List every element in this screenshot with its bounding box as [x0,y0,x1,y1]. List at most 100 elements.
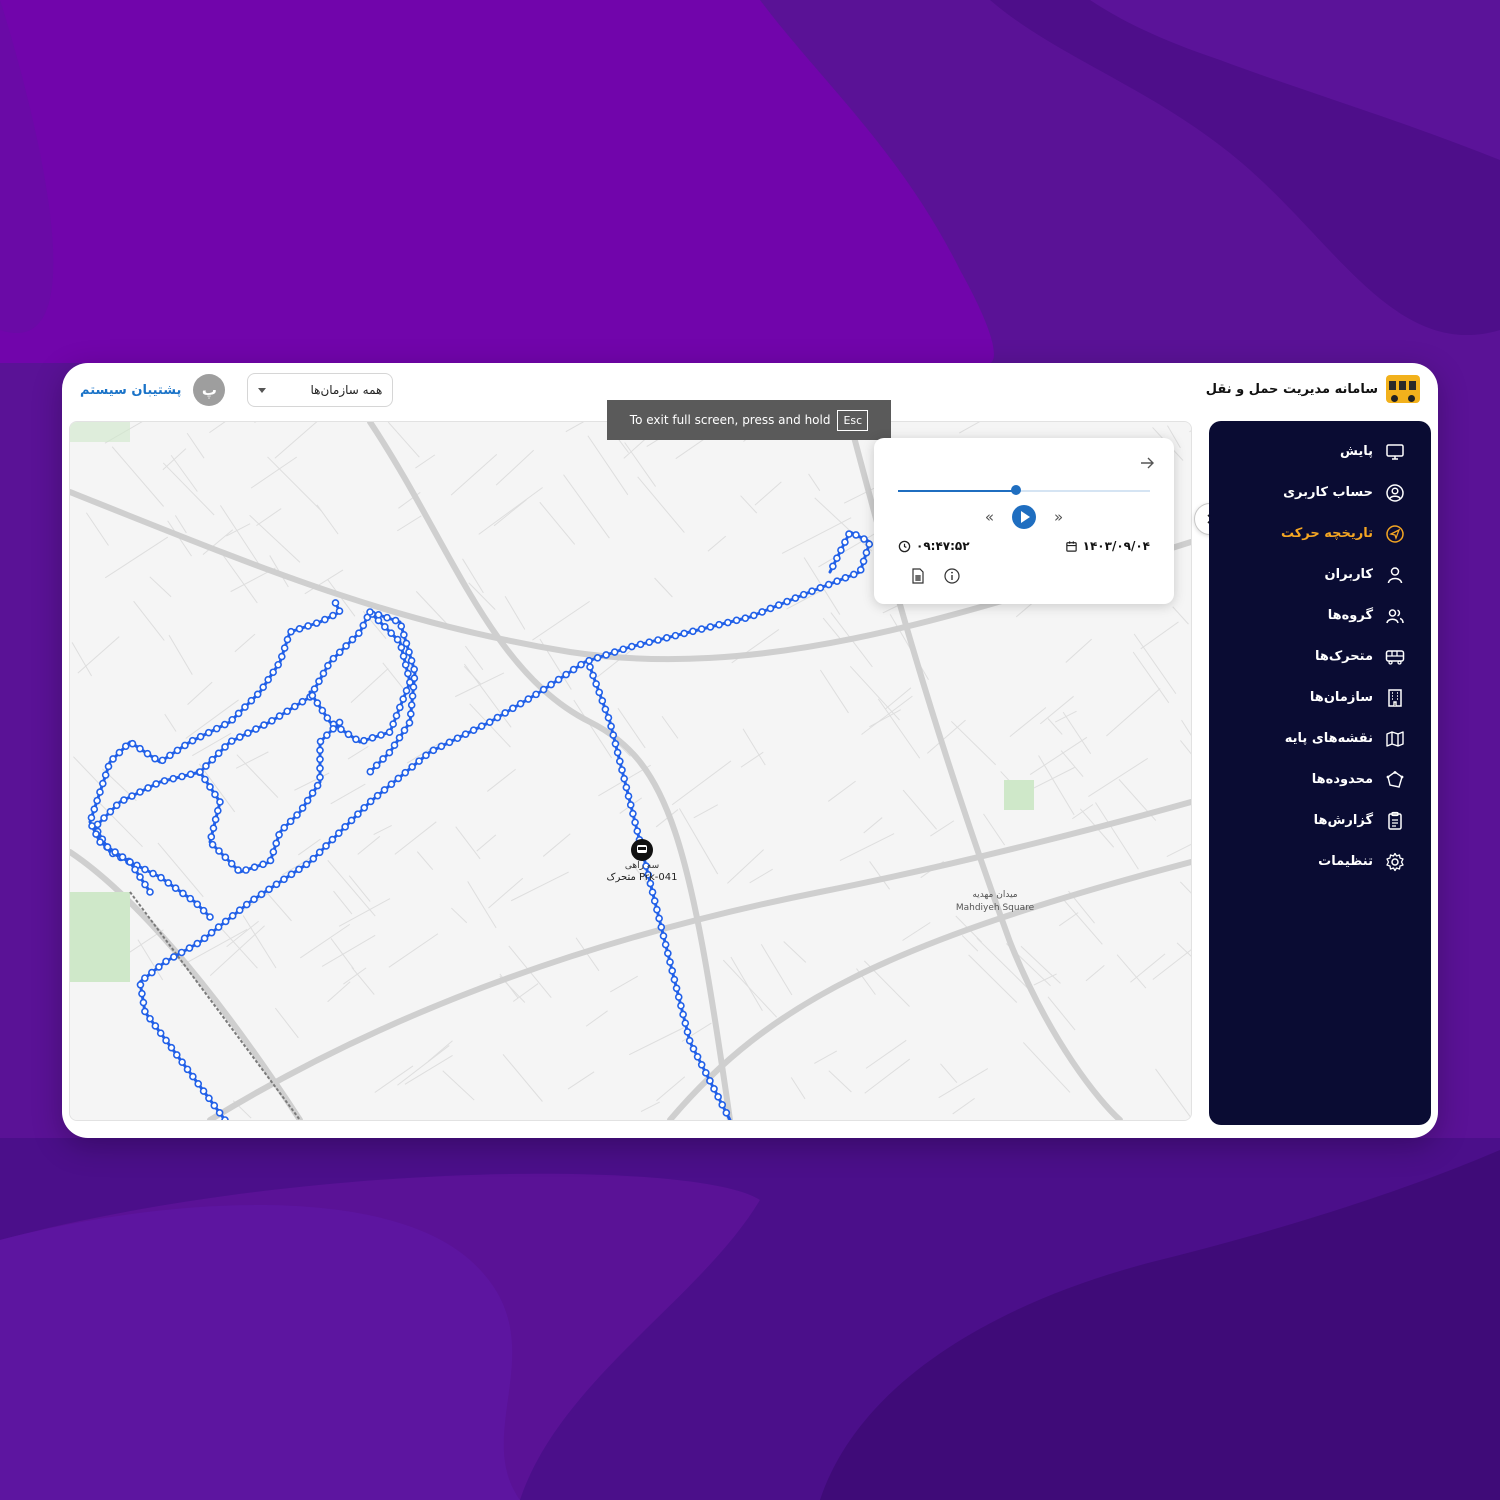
route-point[interactable] [666,958,674,966]
route-point[interactable] [477,722,486,730]
route-point[interactable] [655,914,663,923]
route-point[interactable] [329,724,338,733]
route-point[interactable] [138,989,146,998]
route-point[interactable] [272,839,281,848]
route-point[interactable] [589,671,597,680]
route-point[interactable] [372,761,381,770]
route-point[interactable] [283,635,292,644]
route-point[interactable] [227,859,236,868]
route-point[interactable] [833,554,841,563]
route-point[interactable] [697,1061,706,1069]
route-point[interactable] [355,629,363,637]
route-point[interactable] [298,697,307,706]
route-point[interactable] [250,895,258,904]
route-point[interactable] [389,720,397,728]
route-point[interactable] [186,894,195,903]
route-point[interactable] [845,530,853,538]
route-point[interactable] [313,699,322,707]
route-point[interactable] [115,748,124,757]
route-point[interactable] [862,548,871,557]
route-point[interactable] [585,656,593,665]
route-point[interactable] [335,607,344,615]
route-point[interactable] [766,604,775,613]
route-point[interactable] [136,788,144,796]
route-point[interactable] [178,1058,186,1066]
route-point[interactable] [509,704,517,713]
route-point[interactable] [295,625,304,633]
route-point[interactable] [202,762,210,770]
route-point[interactable] [158,756,167,765]
route-point[interactable] [626,801,635,809]
route-point[interactable] [335,718,344,727]
route-point[interactable] [706,1077,714,1085]
route-point[interactable] [539,685,548,694]
route-point[interactable] [387,629,396,638]
route-point[interactable] [841,538,849,546]
route-point[interactable] [329,654,338,663]
route-point[interactable] [837,546,845,554]
route-point[interactable] [341,823,349,831]
route-point[interactable] [146,888,154,896]
route-point[interactable] [208,755,217,764]
route-point[interactable] [236,733,244,741]
route-point[interactable] [109,755,117,763]
route-point[interactable] [242,900,251,909]
route-point[interactable] [141,1007,149,1016]
route-point[interactable] [654,636,662,644]
route-point[interactable] [360,803,369,812]
route-point[interactable] [206,913,214,921]
route-point[interactable] [221,917,230,926]
route-point[interactable] [120,796,128,804]
route-point[interactable] [118,853,127,861]
sidebar-item-settings[interactable]: تنظیمات [1225,841,1405,882]
route-point[interactable] [601,705,610,714]
route-point[interactable] [661,940,670,949]
route-point[interactable] [111,848,119,856]
route-point[interactable] [228,912,237,920]
route-point[interactable] [303,796,312,805]
sidebar-item-account[interactable]: حساب کاربری [1225,472,1405,513]
route-point[interactable] [266,856,275,865]
route-point[interactable] [829,562,837,571]
route-point[interactable] [257,890,266,899]
route-point[interactable] [304,622,312,630]
route-point[interactable] [214,749,223,758]
route-point[interactable] [602,651,610,659]
route-point[interactable] [179,889,187,898]
rewind-icon[interactable]: « [985,508,994,526]
route-point[interactable] [173,746,182,755]
route-point[interactable] [177,948,186,957]
route-point[interactable] [272,880,281,889]
route-point[interactable] [598,697,607,705]
route-point[interactable] [377,731,385,739]
route-point[interactable] [683,1028,692,1036]
route-point[interactable] [220,720,229,729]
route-point[interactable] [141,974,149,982]
route-point[interactable] [381,623,389,631]
route-point[interactable] [286,817,295,826]
route-point[interactable] [648,888,657,897]
route-point[interactable] [445,738,454,747]
route-point[interactable] [199,906,208,915]
route-point[interactable] [149,869,157,878]
route-point[interactable] [342,642,350,650]
route-point[interactable] [493,713,502,722]
route-point[interactable] [774,601,783,609]
route-point[interactable] [214,923,223,931]
route-point[interactable] [373,791,382,800]
route-point[interactable] [112,801,121,810]
route-point[interactable] [139,998,148,1007]
route-point[interactable] [208,840,217,849]
route-point[interactable] [394,774,403,783]
route-point[interactable] [337,725,345,734]
route-point[interactable] [308,789,317,797]
route-point[interactable] [280,644,289,652]
route-point[interactable] [610,648,619,656]
playback-slider[interactable] [898,485,1150,495]
route-point[interactable] [409,683,418,691]
route-point[interactable] [148,968,156,977]
route-point[interactable] [141,865,149,874]
route-point[interactable] [87,813,96,822]
route-point[interactable] [293,811,301,819]
route-point[interactable] [662,634,671,642]
